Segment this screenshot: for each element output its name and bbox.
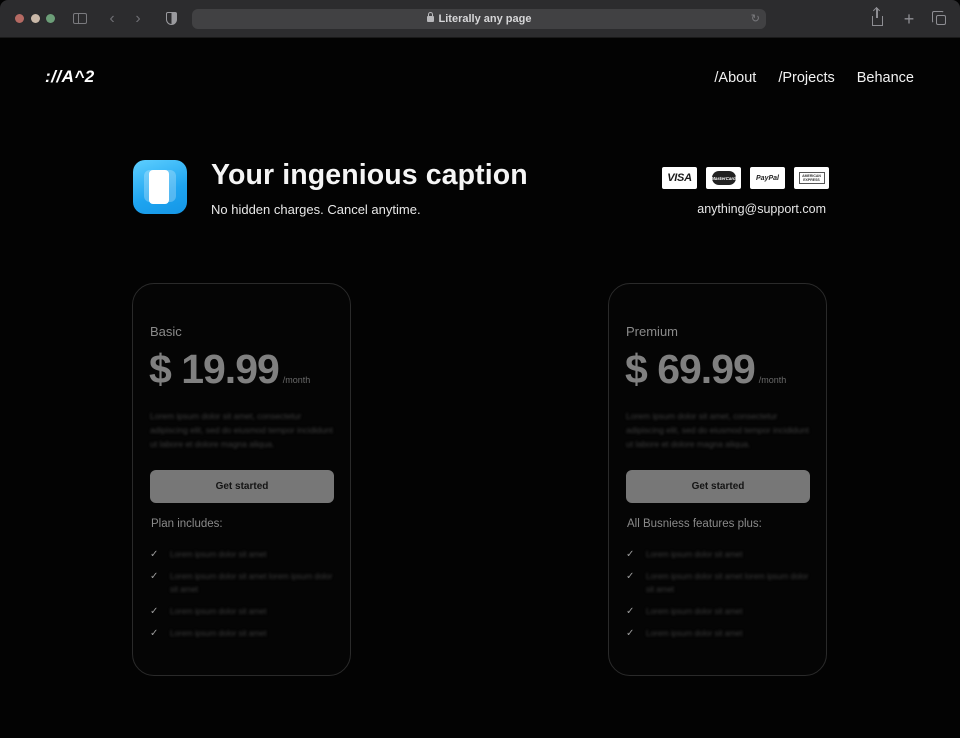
feature-text: Lorem ipsum dolor sit amet (646, 629, 743, 638)
plan-includes-title: All Busniess features plus: (627, 518, 762, 530)
amex-label: AMERICAN EXPRESS (798, 172, 825, 184)
plan-price: $ 69.99 /month (625, 346, 786, 393)
mastercard-label: MasterCard (711, 171, 736, 185)
feature-text: Lorem ipsum dolor sit amet (170, 607, 267, 616)
plan-description: Lorem ipsum dolor sit amet, consectetur … (150, 411, 333, 449)
close-window-button[interactable] (15, 14, 24, 23)
check-icon: ✓ (626, 549, 635, 560)
feature-item: ✓ Lorem ipsum dolor sit amet (626, 605, 816, 618)
plan-price: $ 19.99 /month (149, 346, 310, 393)
nav-link-projects[interactable]: /Projects (778, 70, 834, 86)
check-icon: ✓ (626, 571, 635, 582)
paypal-icon: PayPal (750, 167, 785, 189)
amex-icon: AMERICAN EXPRESS (794, 167, 829, 189)
feature-text: Lorem ipsum dolor sit amet (170, 629, 267, 638)
plan-name: Basic (150, 324, 182, 339)
visa-icon: VISA (662, 167, 697, 189)
plan-name: Premium (626, 324, 679, 339)
plan-description: Lorem ipsum dolor sit amet, consectetur … (626, 411, 809, 449)
feature-text: Lorem ipsum dolor sit amet (646, 607, 743, 616)
site-logo[interactable]: ://A^2 (45, 67, 95, 87)
lock-icon (426, 12, 434, 22)
get-started-button-premium[interactable]: Get started (626, 470, 810, 503)
feature-list: ✓ Lorem ipsum dolor sit amet ✓ Lorem ipsum… (626, 548, 816, 649)
feature-item: ✓ Lorem ipsum dolor sit amet (626, 627, 816, 640)
check-icon: ✓ (626, 606, 635, 617)
feature-item: ✓ Lorem ipsum dolor sit amet (150, 627, 340, 640)
address-text-wrap: Literally any page (192, 9, 766, 29)
price-amount: $ 69.99 (625, 346, 756, 392)
url-text: Literally any page (438, 13, 532, 25)
page-subtitle: No hidden charges. Cancel anytime. (211, 202, 421, 217)
privacy-shield-icon[interactable] (166, 10, 180, 28)
page-content: ://A^2 /About /Projects Behance Your ing… (0, 39, 960, 738)
plan-card-basic: Basic $ 19.99 /month Lorem ipsum dolor s… (132, 283, 351, 676)
nav-link-behance[interactable]: Behance (857, 70, 914, 86)
support-email[interactable]: anything@support.com (697, 202, 826, 216)
app-icon-front-card (149, 170, 169, 204)
check-icon: ✓ (150, 549, 159, 560)
price-period: /month (758, 375, 787, 385)
check-icon: ✓ (150, 571, 159, 582)
browser-toolbar: ‹ › Literally any page ↻ + (0, 0, 960, 38)
tab-overview-icon[interactable] (932, 10, 948, 28)
mastercard-icon: MasterCard (706, 167, 741, 189)
price-amount: $ 19.99 (149, 346, 280, 392)
browser-window: ‹ › Literally any page ↻ + ://A^2 /About… (0, 0, 960, 738)
feature-text: Lorem ipsum dolor sit amet (646, 550, 743, 559)
feature-item: ✓ Lorem ipsum dolor sit amet lorem ipsum … (626, 570, 816, 596)
payment-methods: VISA MasterCard PayPal AMERICAN EXPRESS (662, 167, 829, 189)
app-icon (133, 160, 187, 214)
feature-list: ✓ Lorem ipsum dolor sit amet ✓ Lorem ipsum… (150, 548, 340, 649)
address-bar[interactable]: Literally any page ↻ (192, 9, 766, 29)
check-icon: ✓ (150, 628, 159, 639)
site-nav: /About /Projects Behance (714, 70, 914, 86)
minimize-window-button[interactable] (31, 14, 40, 23)
feature-text: Lorem ipsum dolor sit amet lorem ipsum d… (646, 572, 809, 594)
check-icon: ✓ (626, 628, 635, 639)
feature-item: ✓ Lorem ipsum dolor sit amet (150, 605, 340, 618)
forward-icon[interactable]: › (132, 10, 144, 28)
plan-includes-title: Plan includes: (151, 518, 223, 530)
share-icon[interactable] (872, 8, 886, 28)
price-period: /month (282, 375, 311, 385)
get-started-button-basic[interactable]: Get started (150, 470, 334, 503)
check-icon: ✓ (150, 606, 159, 617)
feature-text: Lorem ipsum dolor sit amet lorem ipsum d… (170, 572, 333, 594)
page-title: Your ingenious caption (211, 159, 528, 191)
new-tab-icon[interactable]: + (901, 10, 917, 28)
feature-text: Lorem ipsum dolor sit amet (170, 550, 267, 559)
feature-item: ✓ Lorem ipsum dolor sit amet (150, 548, 340, 561)
plan-card-premium: Premium $ 69.99 /month Lorem ipsum dolor… (608, 283, 827, 676)
feature-item: ✓ Lorem ipsum dolor sit amet lorem ipsum … (150, 570, 340, 596)
sidebar-toggle-icon[interactable] (73, 10, 89, 28)
nav-link-about[interactable]: /About (714, 70, 756, 86)
back-icon[interactable]: ‹ (106, 10, 118, 28)
reload-icon[interactable]: ↻ (751, 11, 760, 27)
maximize-window-button[interactable] (46, 14, 55, 23)
feature-item: ✓ Lorem ipsum dolor sit amet (626, 548, 816, 561)
